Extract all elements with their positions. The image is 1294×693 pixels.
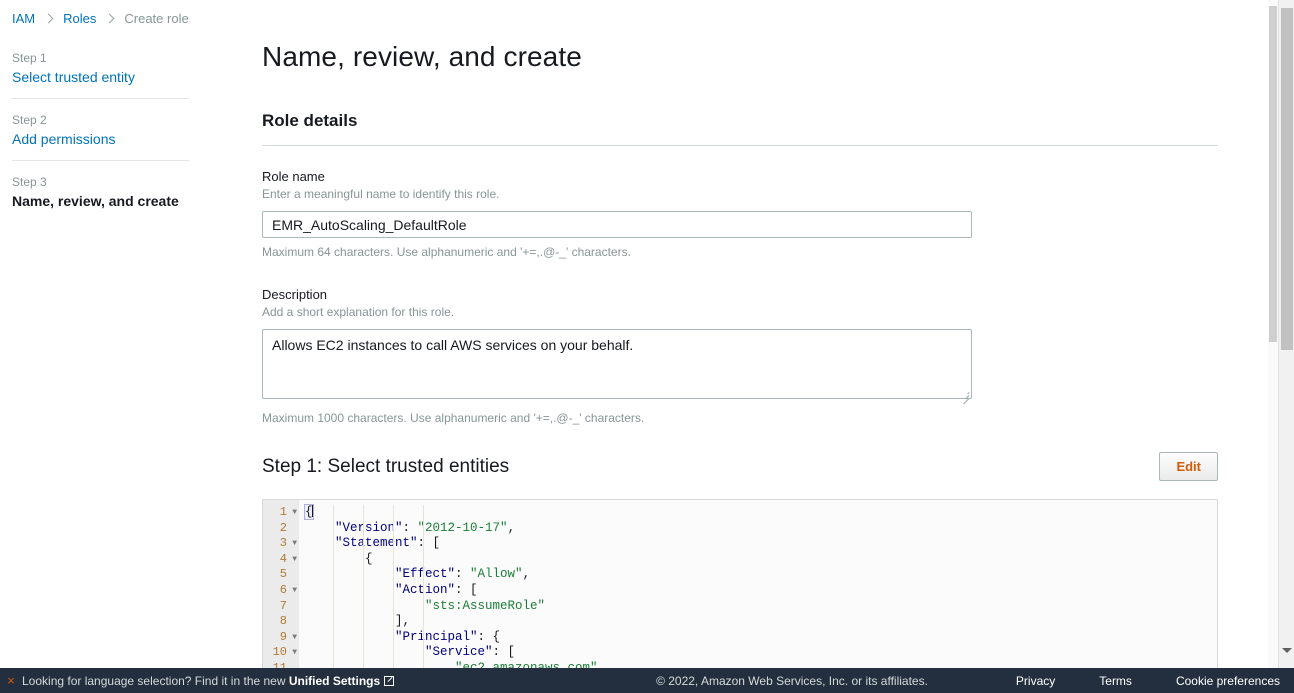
- step-item-3: Step 3 Name, review, and create: [12, 174, 189, 222]
- footer-close-icon[interactable]: ×: [0, 673, 22, 688]
- inner-scrollbar-track[interactable]: [1268, 0, 1278, 668]
- aws-iam-create-role-page: IAM Roles Create role Step 1 Select trus…: [0, 0, 1294, 693]
- editor-line-number: 7: [263, 599, 299, 615]
- description-textarea[interactable]: [262, 329, 972, 399]
- code-fold-arrow-icon[interactable]: ▼: [288, 536, 297, 552]
- breadcrumb: IAM Roles Create role: [12, 11, 189, 27]
- chevron-right-icon: [44, 14, 54, 24]
- main-content: Name, review, and create Role details Ro…: [262, 40, 1218, 693]
- step-link-name-review-create: Name, review, and create: [12, 192, 189, 210]
- editor-code-line: {: [305, 505, 1217, 521]
- step-navigation: Step 1 Select trusted entity Step 2 Add …: [12, 50, 189, 222]
- step-number: Step 1: [12, 50, 189, 66]
- code-fold-arrow-icon[interactable]: ▼: [288, 583, 297, 599]
- unified-settings-link[interactable]: Unified Settings: [289, 674, 380, 688]
- editor-line-number-gutter: 1▼23▼4▼56▼789▼10▼1112: [263, 500, 299, 693]
- footer-copyright: © 2022, Amazon Web Services, Inc. or its…: [656, 674, 928, 688]
- chevron-right-icon: [105, 14, 115, 24]
- edit-button[interactable]: Edit: [1159, 452, 1218, 481]
- editor-code-line: "Effect": "Allow",: [305, 567, 1217, 583]
- editor-code-line: "Service": [: [305, 645, 1217, 661]
- footer-language-message: Looking for language selection? Find it …: [22, 674, 394, 688]
- description-field-group: Description Add a short explanation for …: [262, 286, 1218, 426]
- section-heading-role-details: Role details: [262, 110, 1218, 131]
- editor-line-number: 4▼: [263, 552, 299, 568]
- step-item-1[interactable]: Step 1 Select trusted entity: [12, 50, 189, 99]
- editor-line-number: 3▼: [263, 536, 299, 552]
- breadcrumb-item-roles[interactable]: Roles: [63, 11, 96, 27]
- trust-policy-code-editor[interactable]: 1▼23▼4▼56▼789▼10▼1112 { "Version": "2012…: [262, 499, 1218, 693]
- footer-right-group: © 2022, Amazon Web Services, Inc. or its…: [656, 674, 1294, 688]
- footer-link-cookie-preferences[interactable]: Cookie preferences: [1176, 674, 1280, 688]
- external-link-icon[interactable]: [384, 676, 394, 686]
- description-hint: Maximum 1000 characters. Use alphanumeri…: [262, 410, 1218, 426]
- editor-code-area[interactable]: { "Version": "2012-10-17", "Statement": …: [299, 500, 1217, 693]
- scroll-down-arrow-icon[interactable]: [1282, 648, 1292, 653]
- section-divider: [262, 145, 1218, 146]
- role-name-label: Role name: [262, 168, 1218, 185]
- inner-scrollbar-thumb[interactable]: [1269, 6, 1277, 342]
- editor-code-line: "Principal": {: [305, 630, 1217, 646]
- role-name-field-group: Role name Enter a meaningful name to ide…: [262, 168, 1218, 260]
- editor-code-line: ],: [305, 614, 1217, 630]
- breadcrumb-item-iam[interactable]: IAM: [12, 11, 35, 27]
- editor-code-line: "Statement": [: [305, 536, 1217, 552]
- editor-line-number: 9▼: [263, 630, 299, 646]
- description-textarea-wrap: [262, 329, 972, 404]
- editor-line-number: 1▼: [263, 505, 299, 521]
- code-fold-arrow-icon[interactable]: ▼: [288, 645, 297, 661]
- review-section-header: Step 1: Select trusted entities Edit: [262, 452, 1218, 481]
- editor-code-line: "sts:AssumeRole": [305, 599, 1217, 615]
- editor-line-number: 6▼: [263, 583, 299, 599]
- editor-line-number: 5: [263, 567, 299, 583]
- role-name-hint: Maximum 64 characters. Use alphanumeric …: [262, 244, 1218, 260]
- editor-code-line: {: [305, 552, 1217, 568]
- footer-message-text: Looking for language selection? Find it …: [22, 674, 289, 688]
- page-scrollbar-thumb[interactable]: [1281, 8, 1293, 350]
- editor-code-line: "Action": [: [305, 583, 1217, 599]
- description-description: Add a short explanation for this role.: [262, 304, 1218, 320]
- editor-line-number: 2: [263, 521, 299, 537]
- description-label: Description: [262, 286, 1218, 303]
- role-name-description: Enter a meaningful name to identify this…: [262, 186, 1218, 202]
- footer-bar: × Looking for language selection? Find i…: [0, 668, 1294, 693]
- code-fold-arrow-icon[interactable]: ▼: [288, 505, 297, 521]
- page-title: Name, review, and create: [262, 40, 1218, 74]
- step-number: Step 3: [12, 174, 189, 190]
- code-fold-arrow-icon[interactable]: ▼: [288, 630, 297, 646]
- footer-link-terms[interactable]: Terms: [1099, 674, 1132, 688]
- editor-code-line: "Version": "2012-10-17",: [305, 521, 1217, 537]
- review-section-title: Step 1: Select trusted entities: [262, 455, 509, 479]
- footer-link-privacy[interactable]: Privacy: [1016, 674, 1055, 688]
- page-scrollbar-track[interactable]: [1278, 0, 1294, 668]
- step-link-add-permissions[interactable]: Add permissions: [12, 130, 189, 148]
- editor-line-number: 10▼: [263, 645, 299, 661]
- editor-line-number: 8: [263, 614, 299, 630]
- breadcrumb-item-create-role: Create role: [124, 11, 188, 27]
- step-number: Step 2: [12, 112, 189, 128]
- code-fold-arrow-icon[interactable]: ▼: [288, 552, 297, 568]
- role-name-input[interactable]: [262, 211, 972, 238]
- step-link-select-trusted-entity[interactable]: Select trusted entity: [12, 68, 189, 86]
- step-item-2[interactable]: Step 2 Add permissions: [12, 112, 189, 161]
